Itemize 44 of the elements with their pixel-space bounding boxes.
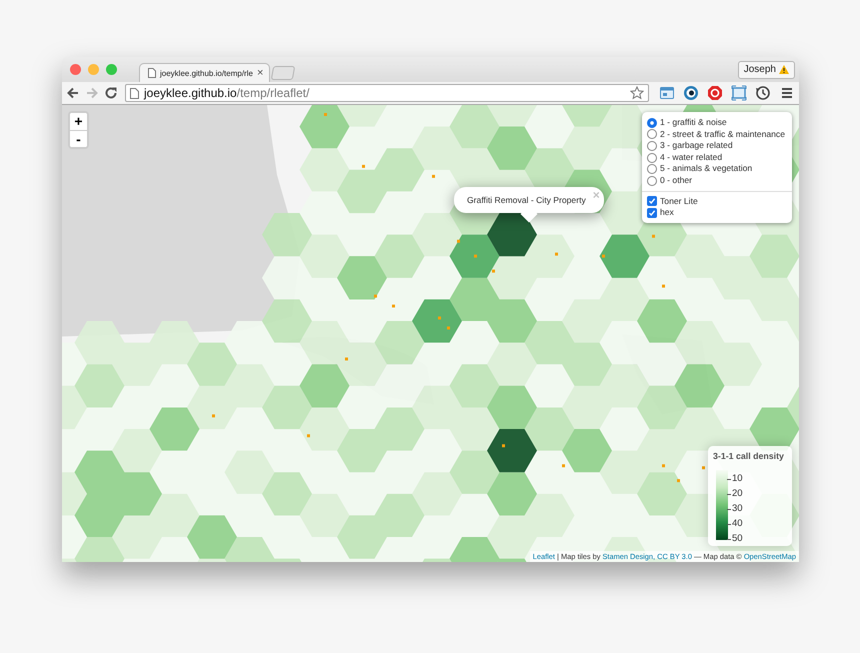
legend-label: 30 <box>732 504 743 514</box>
layer-label[interactable]: 1 - graffiti & noise <box>660 117 727 129</box>
close-icon[interactable]: × <box>256 67 264 79</box>
radio-button[interactable] <box>647 118 657 128</box>
radio-button[interactable] <box>647 164 657 174</box>
layer-label[interactable]: Toner Lite <box>660 196 698 208</box>
layer-label[interactable]: 2 - street & traffic & maintenance <box>660 128 785 140</box>
address-field[interactable]: joeyklee.github.io/temp/rleaflet/ <box>125 84 649 102</box>
radio-button[interactable] <box>647 176 657 186</box>
star-icon[interactable] <box>630 86 644 100</box>
checkbox[interactable] <box>647 208 657 218</box>
radio-button[interactable] <box>647 140 657 151</box>
layer-label[interactable]: 3 - garbage related <box>660 140 733 152</box>
layer-label[interactable]: 5 - animals & vegetation <box>660 163 752 175</box>
back-icon[interactable] <box>66 86 80 100</box>
page-icon <box>130 88 139 98</box>
url-text: joeyklee.github.io/temp/rleaflet/ <box>144 86 310 100</box>
legend-label: 10 <box>732 474 743 484</box>
maximize-button[interactable] <box>106 64 117 75</box>
color-scale <box>716 470 728 540</box>
card-icon[interactable] <box>659 85 675 101</box>
zoom-out-button[interactable]: - <box>70 130 87 147</box>
layer-label[interactable]: hex <box>660 207 674 219</box>
legend-label: 50 <box>732 534 743 544</box>
legend-title: 3-1-1 call density <box>713 451 785 461</box>
eye-icon[interactable] <box>683 85 699 101</box>
octagon-icon[interactable] <box>707 85 723 101</box>
popup-text: Graffiti Removal - City Property <box>467 195 586 205</box>
legend-label: 40 <box>732 519 743 529</box>
tab-title: joeyklee.github.io/temp/rle <box>160 68 253 78</box>
reload-icon[interactable] <box>104 86 118 100</box>
profile-button[interactable]: Joseph <box>738 60 795 78</box>
legend-label: 20 <box>732 489 743 499</box>
layer-label[interactable]: 0 - other <box>660 174 692 187</box>
close-button[interactable] <box>70 64 81 75</box>
radio-button[interactable] <box>647 152 657 163</box>
page-icon <box>148 68 156 78</box>
clock-icon[interactable] <box>755 85 771 101</box>
checkbox[interactable] <box>647 196 657 206</box>
frame-icon[interactable] <box>731 85 747 101</box>
layer-label[interactable]: 4 - water related <box>660 152 722 164</box>
menu-icon[interactable] <box>779 85 795 101</box>
browser-tab[interactable]: joeyklee.github.io/temp/rle × <box>139 63 270 82</box>
radio-button[interactable] <box>647 129 657 140</box>
